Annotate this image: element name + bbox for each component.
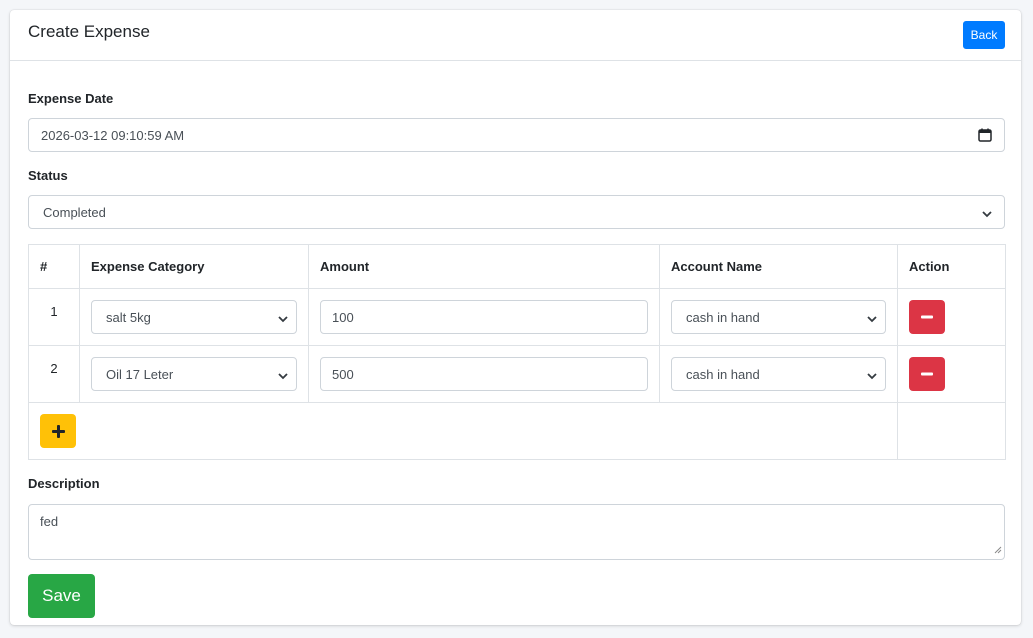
chevron-down-icon — [867, 369, 877, 384]
empty-cell — [897, 402, 1006, 460]
column-header-account: Account Name — [659, 244, 898, 289]
amount-value: 500 — [332, 366, 354, 382]
chevron-down-icon — [867, 312, 877, 327]
chevron-down-icon — [982, 207, 992, 222]
table-row: 2 Oil 17 Leter 500 cash in hand — [28, 345, 1006, 403]
remove-row-button[interactable] — [909, 300, 945, 334]
description-label: Description — [28, 476, 100, 491]
remove-row-button[interactable] — [909, 357, 945, 391]
amount-input[interactable]: 500 — [320, 357, 648, 391]
description-value: fed — [40, 514, 59, 529]
row-number: 1 — [28, 288, 80, 346]
category-value: Oil 17 Leter — [106, 366, 174, 382]
table-header-row: # Expense Category Amount Account Name A… — [28, 244, 1006, 289]
chevron-down-icon — [278, 312, 288, 327]
status-value: Completed — [43, 204, 106, 220]
account-cell: cash in hand — [659, 345, 898, 403]
description-textarea[interactable]: fed — [28, 504, 1005, 560]
category-select[interactable]: Oil 17 Leter — [91, 357, 297, 391]
action-cell — [897, 288, 1006, 346]
expense-date-label: Expense Date — [28, 91, 114, 106]
amount-cell: 100 — [308, 288, 660, 346]
resize-grip-icon[interactable] — [994, 542, 1002, 557]
account-cell: cash in hand — [659, 288, 898, 346]
row-number: 2 — [28, 345, 80, 403]
category-cell: salt 5kg — [79, 288, 309, 346]
amount-input[interactable]: 100 — [320, 300, 648, 334]
column-header-category: Expense Category — [79, 244, 309, 289]
amount-cell: 500 — [308, 345, 660, 403]
account-select[interactable]: cash in hand — [671, 300, 886, 334]
create-expense-card: Create Expense Back Expense Date 2026-03… — [10, 10, 1021, 625]
account-select[interactable]: cash in hand — [671, 357, 886, 391]
save-button[interactable]: Save — [28, 574, 95, 618]
status-label: Status — [28, 168, 68, 183]
calendar-icon[interactable] — [978, 128, 992, 145]
card-header: Create Expense Back — [10, 10, 1021, 61]
plus-icon — [51, 424, 65, 438]
column-header-number: # — [28, 244, 80, 289]
expense-date-value: 2026-03-12 09:10:59 AM — [41, 127, 185, 143]
category-cell: Oil 17 Leter — [79, 345, 309, 403]
status-select[interactable]: Completed — [28, 195, 1005, 229]
add-row — [28, 402, 1006, 460]
category-value: salt 5kg — [106, 309, 151, 325]
add-row-button[interactable] — [40, 414, 76, 448]
category-select[interactable]: salt 5kg — [91, 300, 297, 334]
expense-items-table: # Expense Category Amount Account Name A… — [28, 244, 1006, 460]
column-header-amount: Amount — [308, 244, 660, 289]
account-value: cash in hand — [686, 366, 760, 382]
add-row-cell — [28, 402, 898, 460]
amount-value: 100 — [332, 309, 354, 325]
back-button[interactable]: Back — [963, 21, 1005, 49]
action-cell — [897, 345, 1006, 403]
page-title: Create Expense — [28, 22, 150, 41]
column-header-action: Action — [897, 244, 1006, 289]
chevron-down-icon — [278, 369, 288, 384]
expense-date-input[interactable]: 2026-03-12 09:10:59 AM — [28, 118, 1005, 152]
account-value: cash in hand — [686, 309, 760, 325]
minus-icon — [921, 315, 933, 319]
table-row: 1 salt 5kg 100 cash in hand — [28, 288, 1006, 346]
minus-icon — [921, 372, 933, 376]
